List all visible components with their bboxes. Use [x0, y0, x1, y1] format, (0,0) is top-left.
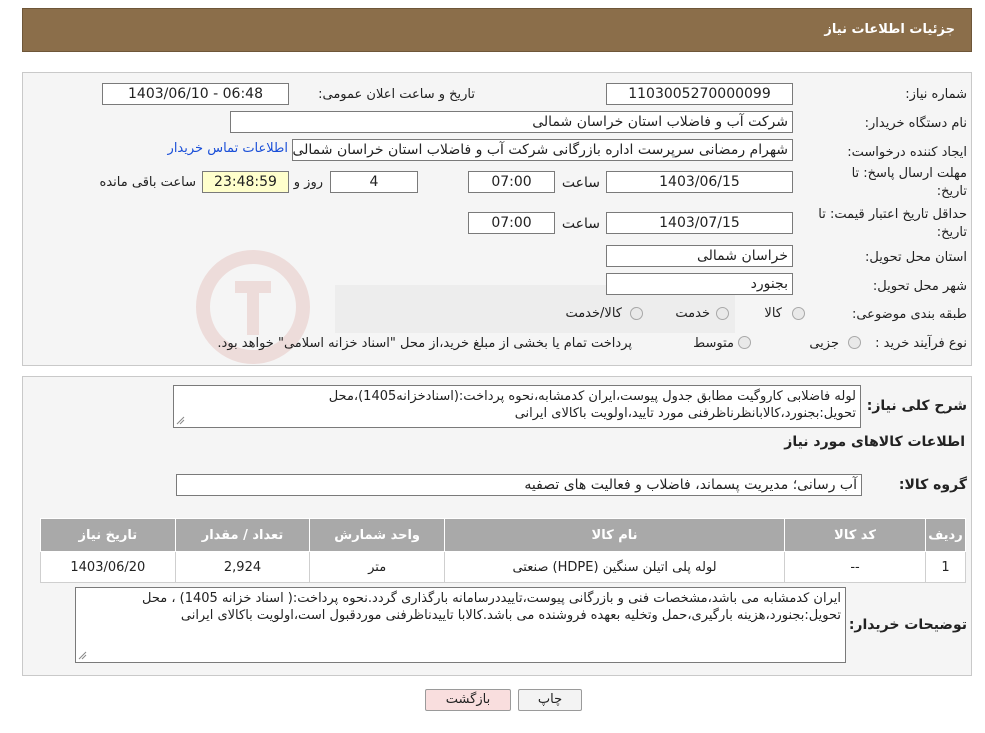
- goods-group-field[interactable]: آب رسانی؛ مدیریت پسماند، فاضلاب و فعالیت…: [176, 474, 862, 496]
- print-button[interactable]: چاپ: [518, 689, 582, 711]
- process-option-minor: جزیی: [809, 336, 839, 351]
- deadline-time-label: ساعت: [561, 175, 600, 191]
- cell-unit: متر: [309, 551, 445, 583]
- summary-text: لوله فاضلابی کاروگیت مطابق جدول پیوست،ای…: [328, 389, 856, 421]
- cell-date: 1403/06/20: [40, 551, 176, 583]
- days-remaining-field[interactable]: 4: [330, 171, 418, 193]
- buyer-org-field[interactable]: شرکت آب و فاضلاب استان خراسان شمالی: [230, 111, 793, 133]
- buyer-notes-textarea[interactable]: ایران کدمشابه می باشد،مشخصات فنی و بازرگ…: [75, 587, 846, 663]
- page-header: جزئیات اطلاعات نیاز: [22, 8, 972, 52]
- summary-label: شرح کلی نیاز:: [866, 398, 967, 414]
- cell-code: --: [784, 551, 926, 583]
- buyer-contact-link[interactable]: اطلاعات تماس خریدار: [168, 141, 288, 156]
- remaining-time-field: 23:48:59: [202, 171, 289, 193]
- cell-name: لوله پلی اتیلن سنگین (HDPE) صنعتی: [443, 551, 786, 583]
- creator-label: ایجاد کننده درخواست:: [847, 145, 967, 160]
- process-option-medium: متوسط: [693, 336, 734, 351]
- category-option-service: خدمت: [675, 306, 710, 321]
- goods-info-title: اطلاعات کالاهای مورد نیاز: [784, 434, 965, 450]
- cell-row: 1: [924, 551, 967, 583]
- city-label: شهر محل تحویل:: [872, 279, 967, 294]
- process-payment-note: پرداخت تمام یا بخشی از مبلغ خرید،از محل …: [217, 336, 632, 351]
- process-radio-minor[interactable]: [848, 336, 861, 349]
- need-number-field[interactable]: 1103005270000099: [606, 83, 793, 105]
- col-header-qty: تعداد / مقدار: [174, 518, 311, 552]
- remaining-time-label: ساعت باقی مانده: [99, 175, 196, 190]
- validity-time-label: ساعت: [561, 216, 600, 232]
- deadline-time-field[interactable]: 07:00: [468, 171, 555, 193]
- goods-table-header: ردیف کد کالا نام کالا واحد شمارش تعداد /…: [40, 518, 967, 552]
- category-radio-goods[interactable]: [792, 307, 805, 320]
- category-option-goods: کالا: [764, 306, 782, 321]
- need-number-label: شماره نیاز:: [905, 87, 967, 102]
- province-field[interactable]: خراسان شمالی: [606, 245, 793, 267]
- summary-textarea[interactable]: لوله فاضلابی کاروگیت مطابق جدول پیوست،ای…: [173, 385, 861, 428]
- resize-handle-icon[interactable]: [176, 416, 185, 425]
- city-field[interactable]: بجنورد: [606, 273, 793, 295]
- buyer-notes-label: توضیحات خریدار:: [848, 617, 967, 633]
- buyer-org-label: نام دستگاه خریدار:: [864, 116, 967, 131]
- back-button[interactable]: بازگشت: [425, 689, 511, 711]
- province-label: استان محل تحویل:: [865, 250, 967, 265]
- process-radio-medium[interactable]: [738, 336, 751, 349]
- validity-label-line1: حداقل تاریخ اعتبار قیمت: تا: [818, 207, 967, 222]
- resize-handle-icon[interactable]: [78, 651, 87, 660]
- deadline-label-line1: مهلت ارسال پاسخ: تا: [851, 166, 967, 181]
- category-radio-goods-service[interactable]: [630, 307, 643, 320]
- category-label: طبقه بندی موضوعی:: [851, 307, 967, 322]
- deadline-date-field[interactable]: 1403/06/15: [606, 171, 793, 193]
- col-header-date: تاریخ نیاز: [40, 518, 176, 552]
- validity-label-line2: تاریخ:: [936, 225, 967, 240]
- validity-date-field[interactable]: 1403/07/15: [606, 212, 793, 234]
- col-header-name: نام کالا: [443, 518, 786, 552]
- col-header-code: کد کالا: [784, 518, 926, 552]
- process-label: نوع فرآیند خرید :: [875, 336, 967, 351]
- goods-table: ردیف کد کالا نام کالا واحد شمارش تعداد /…: [40, 518, 967, 583]
- category-option-goods-service: کالا/خدمت: [565, 306, 622, 321]
- announce-label: تاریخ و ساعت اعلان عمومی:: [318, 87, 475, 102]
- col-header-row: ردیف: [924, 518, 967, 552]
- category-radio-service[interactable]: [716, 307, 729, 320]
- days-and-label: روز و: [293, 175, 323, 190]
- deadline-label-line2: تاریخ:: [936, 184, 967, 199]
- table-row[interactable]: 1 -- لوله پلی اتیلن سنگین (HDPE) صنعتی م…: [40, 551, 967, 583]
- page-title: جزئیات اطلاعات نیاز: [824, 22, 955, 37]
- col-header-unit: واحد شمارش: [309, 518, 445, 552]
- announce-datetime-field[interactable]: 1403/06/10 - 06:48: [102, 83, 289, 105]
- creator-field[interactable]: شهرام رمضانی سرپرست اداره بازرگانی شرکت …: [292, 139, 793, 161]
- cell-qty: 2,924: [174, 551, 311, 583]
- validity-time-field[interactable]: 07:00: [468, 212, 555, 234]
- goods-group-label: گروه کالا:: [898, 477, 967, 493]
- buyer-notes-text: ایران کدمشابه می باشد،مشخصات فنی و بازرگ…: [142, 591, 841, 623]
